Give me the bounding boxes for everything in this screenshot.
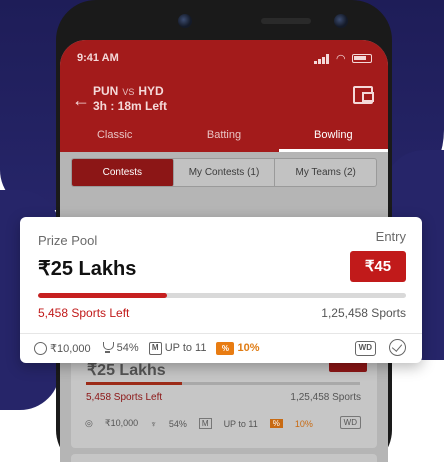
match-teams: PUN VS HYD — [93, 84, 164, 98]
wallet-icon[interactable] — [353, 86, 374, 104]
bg-meta-row: ◎ ₹10,000 ♆ 54% M UP to 11 % 10% — [85, 418, 313, 429]
bg-m-badge: M — [198, 418, 212, 429]
contest-card[interactable]: Prize Pool Entry ₹25 Lakhs ₹45 5,458 Spo… — [20, 217, 422, 363]
vs-label: VS — [122, 87, 135, 97]
segment-contests[interactable]: Contests — [72, 159, 174, 186]
sensor-icon — [334, 14, 348, 28]
first-prize: ₹10,000 — [50, 342, 91, 355]
contest-meta-row: ₹10,000 54% M UP to 11 % 10% — [34, 339, 260, 357]
signal-icon — [314, 54, 330, 64]
multi-entry-icon: M — [148, 341, 162, 355]
spots-left: 5,458 Sports Left — [38, 306, 130, 320]
spots-progress-fill — [38, 293, 167, 298]
entry-fee-button[interactable]: ₹45 — [350, 251, 406, 282]
segment-control: Contests My Contests (1) My Teams (2) — [71, 158, 377, 187]
entry-label: Entry — [375, 229, 406, 244]
trophy-icon — [101, 342, 114, 354]
total-spots: 1,25,458 Sports — [321, 306, 406, 320]
spots-progress-bar — [38, 293, 406, 298]
wifi-icon: ◠ — [336, 53, 346, 65]
max-teams: UP to 11 — [164, 342, 207, 354]
bg-bonus-badge: % — [269, 419, 283, 428]
prize-pool-amount: ₹25 Lakhs — [38, 258, 137, 280]
app-header: 9:41 AM ◠ ← PUN VS HYD 3h : 18m Left Class… — [60, 40, 388, 152]
speaker-grille — [261, 18, 311, 24]
bg-prize-pool: ₹25 Lakhs — [87, 362, 166, 379]
prize-pool-label: Prize Pool — [38, 233, 98, 248]
team-b: HYD — [138, 84, 164, 98]
background-next-card — [71, 454, 377, 462]
bg-progress-bar — [86, 382, 360, 385]
segment-my-contests[interactable]: My Contests (1) — [174, 159, 276, 186]
segment-my-teams[interactable]: My Teams (2) — [275, 159, 376, 186]
check-circle-icon — [389, 339, 406, 356]
card-divider — [20, 333, 422, 334]
bg-trophy-icon: ♆ — [150, 418, 157, 429]
status-bar: 9:41 AM ◠ — [60, 40, 388, 76]
medal-icon — [34, 341, 47, 355]
tab-batting[interactable]: Batting — [169, 122, 278, 152]
bg-medal-icon: ◎ — [85, 418, 93, 428]
time-left: 3h : 18m Left — [93, 99, 168, 113]
team-a: PUN — [93, 84, 119, 98]
tab-bowling[interactable]: Bowling — [278, 122, 388, 152]
back-arrow-icon[interactable]: ← — [72, 90, 90, 111]
win-percent: 54% — [116, 342, 139, 354]
wd-badge: WD — [354, 341, 376, 356]
bg-first-prize: ₹10,000 — [104, 418, 139, 428]
status-time: 9:41 AM — [77, 52, 119, 64]
bg-wd-badge: WD — [339, 416, 361, 429]
tab-classic[interactable]: Classic — [60, 122, 169, 152]
bg-total-spots: 1,25,458 Sports — [290, 392, 361, 403]
bg-bonus: 10% — [294, 418, 313, 429]
bonus-icon: % — [216, 341, 235, 355]
battery-icon — [352, 54, 372, 63]
front-camera-icon — [178, 14, 192, 28]
bonus-percent: 10% — [237, 342, 260, 354]
bg-spots-left: 5,458 Sports Left — [86, 392, 163, 403]
bg-max-teams: UP to 11 — [223, 418, 258, 429]
bg-win-percent: 54% — [168, 418, 187, 429]
tab-bar: Classic Batting Bowling — [60, 122, 388, 152]
